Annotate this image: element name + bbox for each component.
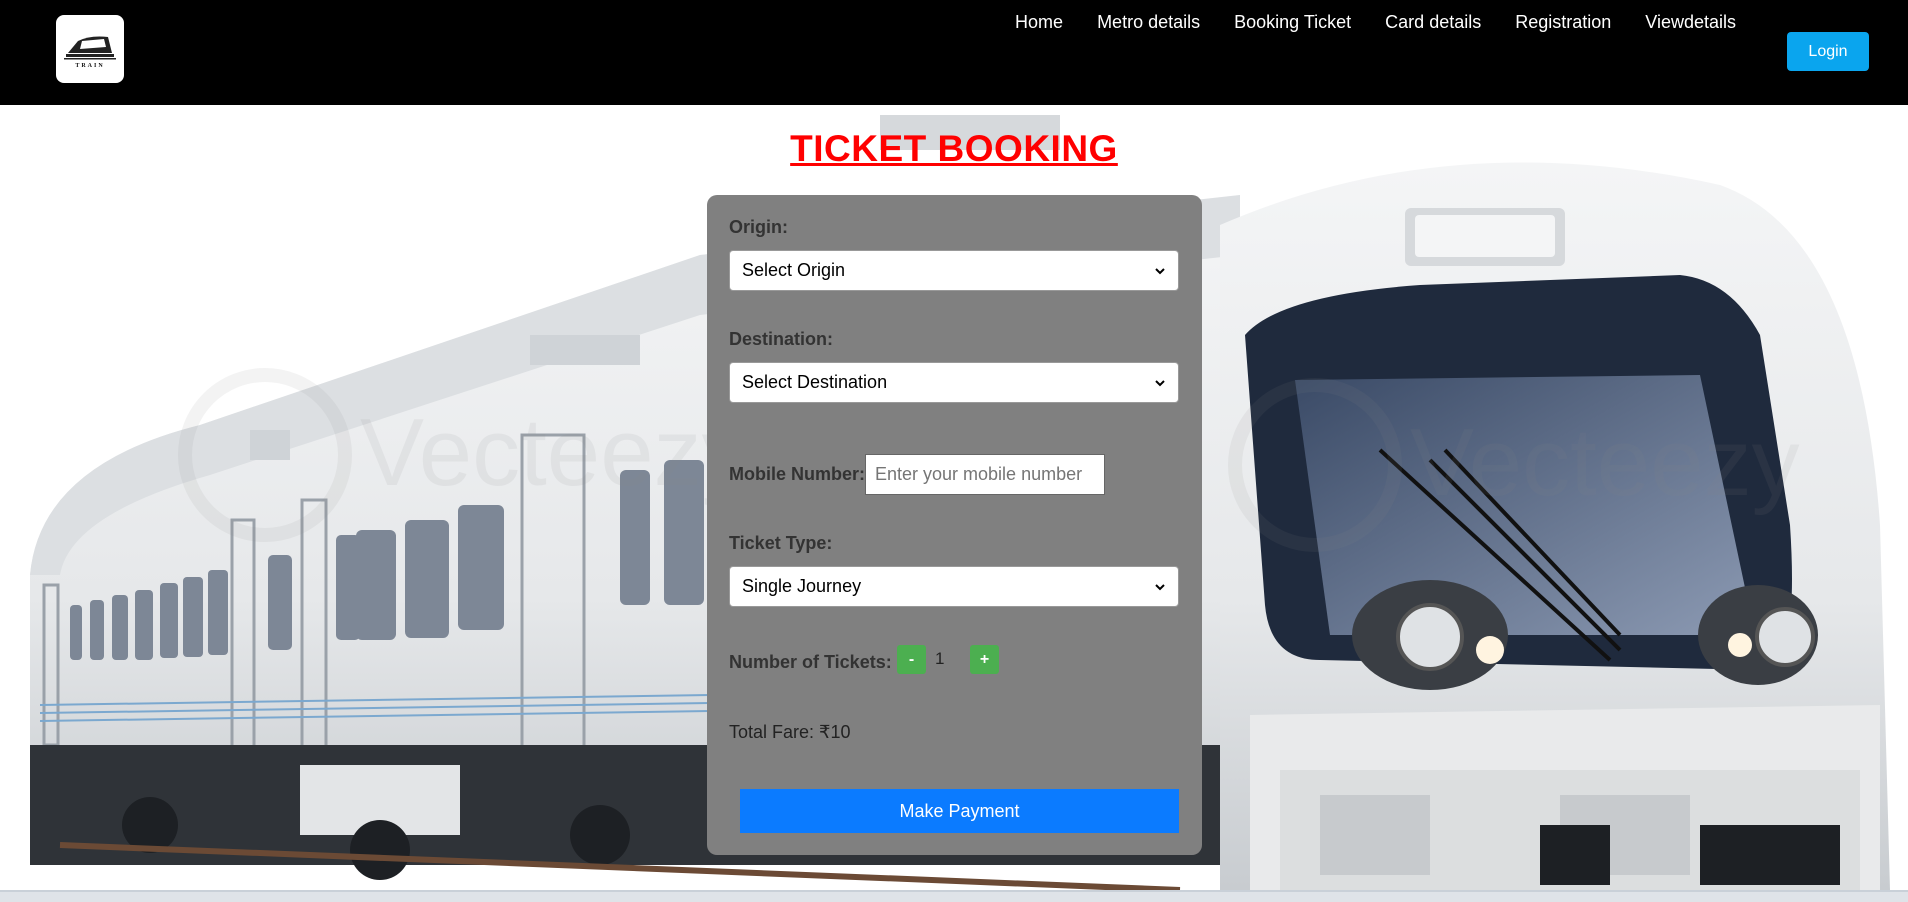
origin-select[interactable]: Select Origin xyxy=(729,250,1179,291)
nav-viewdetails[interactable]: Viewdetails xyxy=(1628,6,1753,38)
login-button[interactable]: Login xyxy=(1787,32,1869,71)
nav-links: Home Metro details Booking Ticket Card d… xyxy=(998,6,1753,38)
increment-button[interactable]: + xyxy=(970,645,999,674)
ticket-type-select-value: Single Journey xyxy=(742,576,862,596)
mobile-number-input[interactable] xyxy=(865,454,1105,495)
total-fare: Total Fare: ₹10 xyxy=(729,722,851,742)
nav-booking-ticket[interactable]: Booking Ticket xyxy=(1217,6,1368,38)
decrement-button[interactable]: - xyxy=(897,645,926,674)
watermark-right: Vecteezy xyxy=(1410,409,1800,516)
destination-select[interactable]: Select Destination xyxy=(729,362,1179,403)
nav-metro-details[interactable]: Metro details xyxy=(1080,6,1217,38)
make-payment-button[interactable]: Make Payment xyxy=(740,789,1179,833)
booking-form: Origin: Select Origin Destination: Selec… xyxy=(707,195,1202,855)
page-title: TICKET BOOKING xyxy=(790,128,1118,169)
mobile-label: Mobile Number: xyxy=(729,464,866,484)
navbar: TRAIN Home Metro details Booking Ticket … xyxy=(0,0,1908,105)
num-tickets-label: Number of Tickets: xyxy=(729,652,892,672)
train-logo-icon: TRAIN xyxy=(64,36,116,69)
chevron-down-icon xyxy=(1155,583,1165,590)
nav-registration[interactable]: Registration xyxy=(1498,6,1628,38)
nav-card-details[interactable]: Card details xyxy=(1368,6,1498,38)
destination-select-value: Select Destination xyxy=(742,372,888,392)
bottom-strip xyxy=(0,890,1908,902)
ticket-type-label: Ticket Type: xyxy=(729,533,833,553)
origin-label: Origin: xyxy=(729,217,788,237)
ticket-quantity: 1 xyxy=(935,649,945,668)
nav-home[interactable]: Home xyxy=(998,6,1080,38)
chevron-down-icon xyxy=(1155,267,1165,274)
origin-select-value: Select Origin xyxy=(742,260,846,280)
chevron-down-icon xyxy=(1155,379,1165,386)
logo[interactable]: TRAIN xyxy=(56,15,124,83)
destination-label: Destination: xyxy=(729,329,834,349)
ticket-type-select[interactable]: Single Journey xyxy=(729,566,1179,607)
logo-text: TRAIN xyxy=(75,63,104,69)
watermark-left: Vecteezy xyxy=(360,399,750,506)
